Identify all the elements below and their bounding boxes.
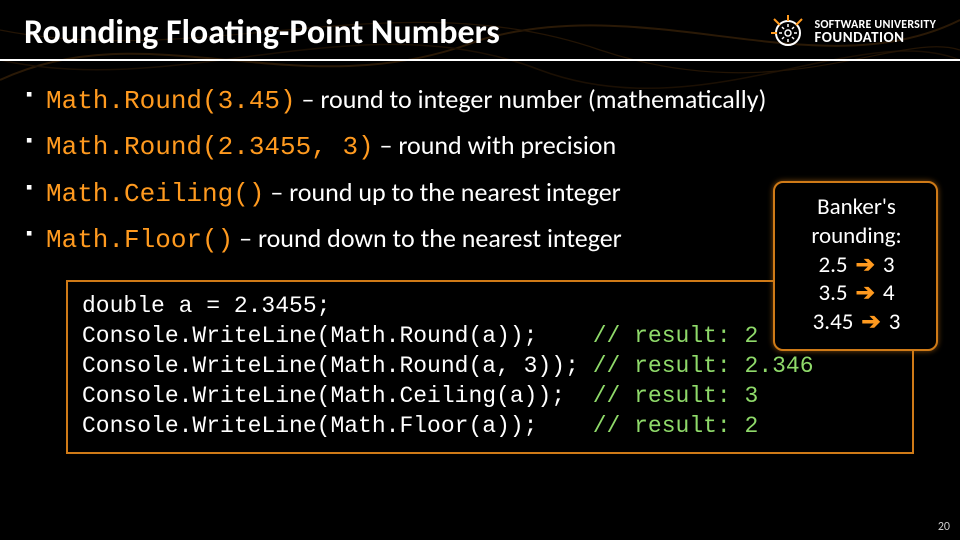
callout-a: 3.45 [813, 308, 854, 337]
code-snippet: Math.Floor() [46, 225, 233, 255]
callout-row: 3.45 ➔ 3 [789, 308, 924, 337]
callout-box: Banker's rounding: 2.5 ➔ 3 3.5 ➔ 4 3.45 … [773, 181, 938, 351]
slide-content: Math.Round(3.45) – round to integer numb… [0, 61, 960, 454]
bullet-text: – round with precision [374, 129, 617, 161]
bullet-text: – round down to the nearest integer [233, 222, 622, 254]
callout-line: Banker's [789, 193, 924, 222]
code-comment: // result: 2 [593, 323, 759, 349]
code-snippet: Math.Round(2.3455, 3) [46, 132, 374, 162]
code-snippet: Math.Ceiling() [46, 179, 264, 209]
bullet-item: Math.Round(2.3455, 3) – round with preci… [26, 125, 934, 167]
arrow-right-icon: ➔ [856, 251, 875, 280]
code-stmt: Console.WriteLine(Math.Floor(a)); [82, 413, 579, 439]
bullet-item: Math.Round(3.45) – round to integer numb… [26, 79, 934, 121]
callout-b: 4 [883, 279, 895, 308]
code-comment: // result: 3 [593, 383, 759, 409]
slide-header: Rounding Floating-Point Numbers SOFTWARE… [0, 0, 960, 61]
code-snippet: Math.Round(3.45) [46, 86, 296, 116]
callout-row: 2.5 ➔ 3 [789, 251, 924, 280]
callout-a: 2.5 [818, 251, 847, 280]
code-stmt: Console.WriteLine(Math.Ceiling(a)); [82, 383, 579, 409]
brand-logo: SOFTWARE UNIVERSITY FOUNDATION [768, 13, 936, 53]
arrow-right-icon: ➔ [861, 308, 880, 337]
page-number: 20 [938, 520, 950, 534]
code-line: double a = 2.3455; [82, 293, 330, 319]
code-stmt: Console.WriteLine(Math.Round(a)); [82, 323, 579, 349]
bullet-text: – round to integer number (mathematicall… [296, 83, 767, 115]
arrow-right-icon: ➔ [856, 279, 875, 308]
code-stmt: Console.WriteLine(Math.Round(a, 3)); [82, 353, 579, 379]
callout-b: 3 [889, 308, 901, 337]
code-comment: // result: 2.346 [593, 353, 814, 379]
lightbulb-gear-icon [768, 13, 808, 53]
slide-title: Rounding Floating-Point Numbers [24, 12, 500, 53]
callout-b: 3 [883, 251, 895, 280]
callout-a: 3.5 [818, 279, 847, 308]
bullet-text: – round up to the nearest integer [264, 176, 620, 208]
callout-line: rounding: [789, 222, 924, 251]
logo-text-line2: FOUNDATION [814, 31, 936, 46]
callout-row: 3.5 ➔ 4 [789, 279, 924, 308]
code-comment: // result: 2 [593, 413, 759, 439]
